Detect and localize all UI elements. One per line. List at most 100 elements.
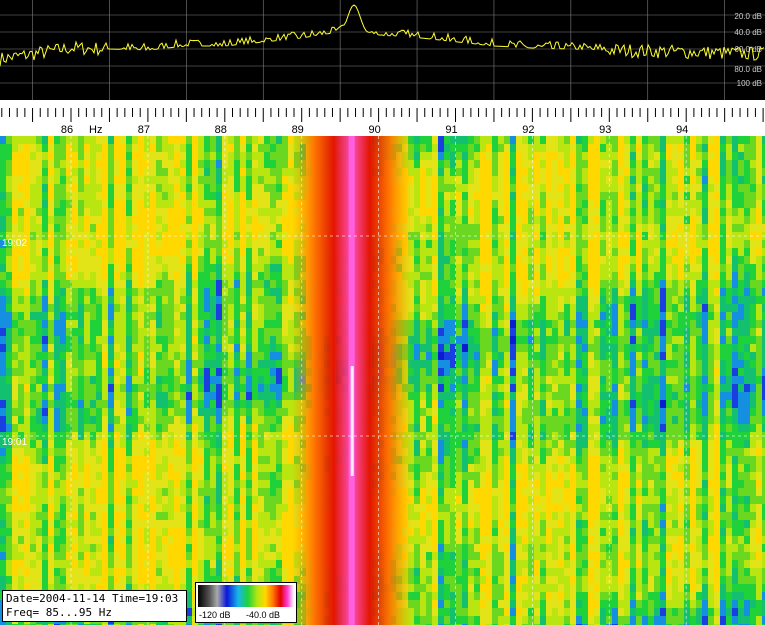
waterfall-cell [258,312,265,321]
waterfall-cell [252,488,259,497]
waterfall-cell [126,264,133,273]
waterfall-cell [462,240,469,249]
ruler-label-92: 92 [522,124,534,136]
waterfall-cell [66,472,73,481]
waterfall-cell [234,264,241,273]
waterfall-cell [120,416,127,425]
waterfall-cell [54,152,61,161]
waterfall-cell [36,344,43,353]
waterfall-cell [138,368,145,377]
waterfall-cell [186,240,193,249]
waterfall-cell [462,256,469,265]
waterfall-cell [270,152,277,161]
waterfall-cell [156,280,163,289]
waterfall-cell [186,336,193,345]
waterfall-cell [60,184,67,193]
waterfall-cell [186,560,193,569]
waterfall-cell [456,328,463,337]
waterfall-cell [138,184,145,193]
waterfall-cell [282,248,289,257]
waterfall-cell [426,456,433,465]
waterfall-cell [246,544,253,553]
waterfall-cell [6,408,13,417]
waterfall-cell [222,240,229,249]
waterfall-cell [36,360,43,369]
waterfall-cell [42,528,49,537]
waterfall-cell [0,456,7,465]
waterfall-cell [456,448,463,457]
waterfall-cell [456,592,463,601]
waterfall-cell [462,136,469,145]
waterfall-cell [180,376,187,385]
waterfall-cell [258,224,265,233]
waterfall-cell [36,352,43,361]
waterfall-cell [270,488,277,497]
waterfall-cell [6,568,13,577]
waterfall-cell [264,320,271,329]
waterfall-cell [414,368,421,377]
waterfall-cell [198,224,205,233]
waterfall-cell [414,328,421,337]
waterfall-cell [90,296,97,305]
waterfall-cell [270,224,277,233]
waterfall-cell [258,240,265,249]
waterfall-cell [144,544,151,553]
waterfall-cell [456,568,463,577]
waterfall-cell [414,352,421,361]
waterfall-cell [240,144,247,153]
waterfall-cell [126,152,133,161]
waterfall-cell [156,512,163,521]
waterfall-cell [198,528,205,537]
waterfall-cell [228,568,235,577]
waterfall-cell [462,248,469,257]
waterfall-cell [426,600,433,609]
waterfall-cell [120,448,127,457]
waterfall-cell [138,168,145,177]
waterfall-cell [162,576,169,585]
waterfall-cell [228,328,235,337]
waterfall-cell [36,520,43,529]
waterfall-cell [462,384,469,393]
waterfall-cell [414,288,421,297]
waterfall-cell [132,216,139,225]
waterfall-cell [414,416,421,425]
waterfall-cell [210,464,217,473]
waterfall-cell [462,472,469,481]
waterfall-cell [6,344,13,353]
waterfall-cell [162,440,169,449]
waterfall-cell [234,448,241,457]
waterfall-cell [0,472,7,481]
waterfall-cell [444,448,451,457]
waterfall-cell [192,480,199,489]
waterfall-cell [30,520,37,529]
waterfall-cell [144,424,151,433]
waterfall-cell [6,184,13,193]
waterfall-cell [186,400,193,409]
waterfall-cell [12,192,19,201]
waterfall-cell [72,576,79,585]
waterfall-cell [426,256,433,265]
waterfall-cell [204,408,211,417]
waterfall-cell [198,392,205,401]
waterfall-cell [162,336,169,345]
waterfall-cell [186,544,193,553]
waterfall-cell [30,552,37,561]
waterfall-cell [246,512,253,521]
waterfall-cell [150,480,157,489]
waterfall-cell [24,400,31,409]
waterfall-cell [78,496,85,505]
waterfall-cell [90,184,97,193]
waterfall-cell [240,568,247,577]
waterfall-cell [6,152,13,161]
waterfall-cell [48,472,55,481]
waterfall-cell [18,264,25,273]
waterfall-cell [264,256,271,265]
waterfall-cell [180,328,187,337]
waterfall-cell [198,472,205,481]
waterfall-cell [258,264,265,273]
waterfall-cell [126,240,133,249]
waterfall-cell [456,608,463,617]
waterfall-cell [84,216,91,225]
waterfall-cell [444,424,451,433]
waterfall-cell [138,336,145,345]
